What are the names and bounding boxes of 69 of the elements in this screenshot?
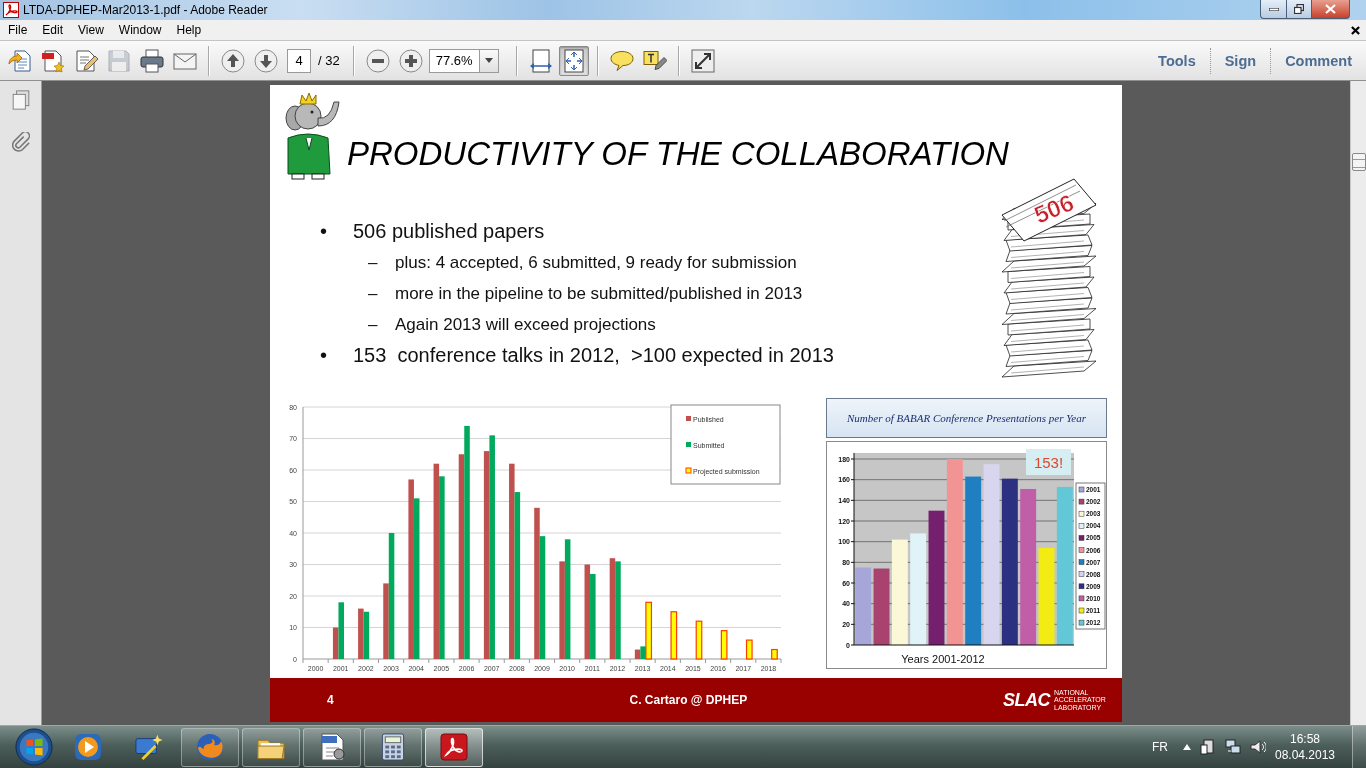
paperclip-icon[interactable] — [11, 132, 30, 152]
document-icon[interactable] — [318, 733, 346, 761]
reader-button[interactable] — [425, 727, 483, 767]
page-number: 4 — [327, 692, 334, 709]
menu-item[interactable]: Edit — [35, 20, 71, 40]
chart-bar — [670, 611, 678, 660]
menu-item[interactable]: File — [1, 20, 35, 40]
axis-title: Years 2001-2012 — [901, 653, 985, 665]
bullet-marker: • — [320, 219, 328, 244]
chart-bar — [695, 620, 703, 660]
menu-item[interactable]: View — [71, 20, 111, 40]
bullet-text: Again 2013 will exceed projections — [395, 314, 656, 336]
restore-icon[interactable] — [1294, 4, 1304, 14]
slide-title: PRODUCTIVITY OF THE COLLABORATION — [347, 137, 1009, 170]
menu-item[interactable]: Window — [111, 20, 169, 40]
scroll-thumb[interactable] — [1352, 153, 1366, 171]
pages-icon[interactable] — [11, 90, 30, 110]
bullet-marker: – — [368, 283, 379, 305]
chart-title: Number of BABAR Conference Presentations per Year — [847, 410, 1086, 426]
bullet-marker: • — [320, 343, 328, 368]
network-icon[interactable] — [1225, 739, 1241, 755]
show-hidden-icons-icon[interactable] — [1183, 744, 1191, 750]
caret-icon[interactable] — [484, 58, 493, 63]
logo-text: SLAC — [1003, 691, 1050, 709]
clock-date[interactable]: 08.04.2013 — [1274, 747, 1336, 763]
language-indicator[interactable]: FR — [1152, 738, 1168, 756]
minimize-button[interactable] — [1260, 0, 1286, 19]
chart-bar — [720, 630, 728, 660]
calculator-button[interactable] — [364, 727, 422, 767]
bullet-text: more in the pipeline to be submitted/published in 2013 — [395, 283, 803, 305]
close-button[interactable] — [1312, 0, 1350, 19]
bullet-marker: – — [368, 314, 379, 336]
pane-link[interactable]: Comment — [1270, 47, 1366, 74]
annotation-label: 153! — [1026, 449, 1071, 475]
device-icon[interactable] — [1200, 739, 1216, 755]
explorer-button[interactable] — [242, 727, 300, 767]
play-icon[interactable] — [74, 733, 102, 761]
zoom-dropdown-button[interactable] — [478, 48, 499, 73]
minimize-icon[interactable] — [1268, 7, 1279, 11]
chart-bar — [745, 639, 753, 660]
restore-button[interactable] — [1286, 0, 1312, 19]
volume-icon[interactable] — [1250, 739, 1266, 755]
clock-time[interactable]: 16:58 — [1290, 731, 1320, 747]
pdf-icon — [3, 2, 19, 18]
browser-button[interactable] — [181, 727, 239, 767]
bullet-text: plus: 4 accepted, 6 submitted, 9 ready for submission — [395, 252, 797, 274]
chart-bar — [771, 648, 778, 660]
stack-label: 506 — [1030, 188, 1078, 229]
bullet-text: 506 published papers — [353, 219, 545, 244]
pane-link[interactable]: Tools — [1144, 47, 1210, 74]
calculator-icon[interactable] — [379, 733, 407, 761]
footer-author: C. Cartaro @ DPHEP — [629, 692, 748, 709]
scrollbar[interactable] — [1350, 81, 1366, 725]
pane-link[interactable]: Sign — [1209, 47, 1271, 74]
start-orb-icon[interactable] — [15, 728, 53, 766]
page-number-field[interactable]: 4 — [287, 48, 311, 73]
wand-icon[interactable] — [135, 733, 163, 761]
close-icon[interactable] — [1351, 25, 1360, 35]
bullet-marker: – — [368, 252, 379, 274]
pdf-icon[interactable] — [440, 733, 468, 761]
bullet-text: 153 conference talks in 2012, >100 expected in 2013 — [353, 343, 834, 368]
zoom-field[interactable]: 77.6% — [428, 48, 479, 73]
show-desktop-button[interactable] — [1352, 726, 1366, 768]
annotation: 153! — [1033, 454, 1064, 471]
menu-item[interactable]: Help — [169, 20, 209, 40]
window-title: LTDA-DPHEP-Mar2013-1.pdf - Adobe Reader — [23, 2, 268, 19]
page-count: / 32 — [318, 51, 340, 70]
document-app-button[interactable] — [303, 727, 361, 767]
globe-icon[interactable] — [196, 733, 224, 761]
